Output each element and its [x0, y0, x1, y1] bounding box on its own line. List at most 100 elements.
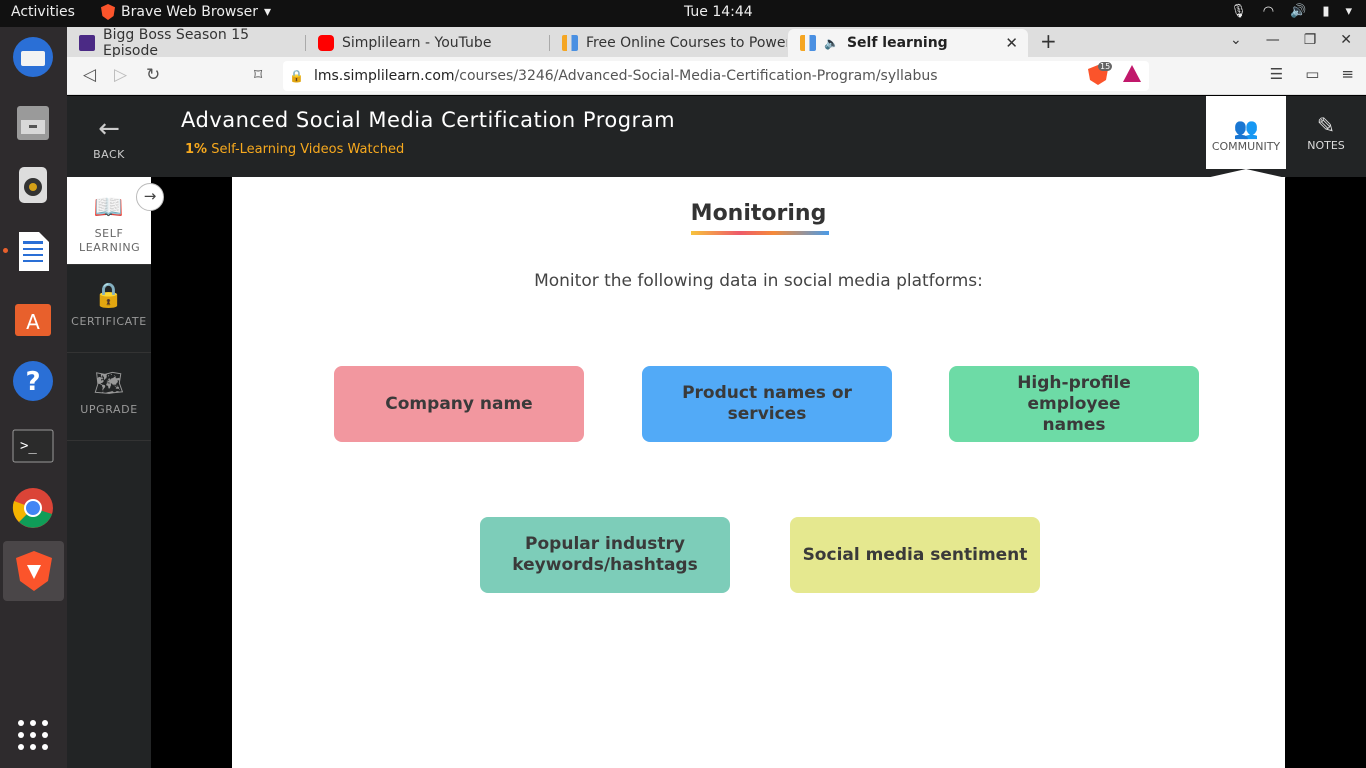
app-name: Brave Web Browser [121, 4, 258, 20]
sidebar-item-label: CERTIFICATE [71, 315, 147, 328]
lms-sidebar: 📖 SELF LEARNING 🔒 CERTIFICATE 🗺 UPGRADE [67, 177, 151, 768]
thunderbird-icon [13, 37, 53, 77]
brave-launcher[interactable] [3, 541, 64, 601]
expand-sidebar-button[interactable]: → [136, 183, 164, 211]
clock[interactable]: Tue 14:44 [684, 4, 753, 20]
youtube-favicon [318, 35, 334, 51]
brave-icon [101, 4, 115, 20]
slide-subtitle: Monitor the following data in social med… [534, 271, 983, 291]
volume-icon: 🔊 [1290, 4, 1307, 19]
upgrade-map-icon: 🗺 [93, 369, 125, 397]
box-industry-keywords: Popular industry keywords/hashtags [480, 517, 730, 593]
writer-launcher[interactable] [8, 226, 58, 276]
app-menu[interactable]: Brave Web Browser ▾ [101, 4, 271, 20]
tab-free-online-courses[interactable]: Free Online Courses to Power [550, 29, 787, 57]
box-product-names: Product names or services [642, 366, 892, 442]
voot-favicon [79, 35, 95, 51]
tab-strip: Bigg Boss Season 15 Episode Simplilearn … [67, 27, 1366, 59]
sidebar-item-label: UPGRADE [80, 403, 138, 416]
page-content: ← BACK Advanced Social Media Certificati… [67, 96, 1366, 768]
rhythmbox-launcher[interactable] [8, 160, 58, 210]
close-window-button[interactable]: ✕ [1340, 32, 1352, 48]
sidebar-item-certificate[interactable]: 🔒 CERTIFICATE [67, 265, 151, 353]
brave-lion-icon [15, 551, 52, 591]
box-social-sentiment: Social media sentiment [790, 517, 1040, 593]
simplilearn-favicon [800, 35, 816, 51]
back-nav-button[interactable]: ◁ [83, 65, 96, 85]
bookmark-icon[interactable]: ⌑ [254, 65, 262, 84]
progress-text: 1% Self-Learning Videos Watched [185, 142, 404, 157]
main-menu-icon[interactable]: ≡ [1341, 65, 1354, 83]
edit-icon: ✎ [1316, 114, 1336, 139]
course-title: Advanced Social Media Certification Prog… [181, 108, 676, 132]
sidebar-item-label: SELF LEARNING [79, 227, 141, 254]
arrow-right-icon: → [143, 187, 157, 205]
certificate-lock-icon: 🔒 [93, 281, 125, 309]
progress-label: Self-Learning Videos Watched [207, 142, 405, 157]
lock-icon: 🔒 [289, 69, 304, 83]
box-label: High-profile employee names [1017, 372, 1131, 435]
arrow-left-icon: ← [98, 114, 120, 144]
tab-title: Free Online Courses to Power [586, 35, 787, 51]
files-launcher[interactable] [8, 97, 58, 147]
lms-header: ← BACK Advanced Social Media Certificati… [67, 96, 1366, 178]
help-icon: ? [13, 361, 53, 401]
back-button[interactable]: ← BACK [67, 96, 151, 177]
terminal-launcher[interactable]: >_ [8, 421, 58, 471]
community-button[interactable]: 👥 COMMUNITY [1206, 96, 1286, 178]
minimize-button[interactable]: — [1266, 32, 1280, 48]
window-controls: ⌄ — ❐ ✕ [1230, 32, 1352, 48]
tab-simplilearn-youtube[interactable]: Simplilearn - YouTube [306, 29, 549, 57]
shields-count-badge: 15 [1098, 62, 1113, 71]
maximize-button[interactable]: ❐ [1304, 32, 1317, 48]
dock: A ? >_ [0, 27, 67, 768]
new-tab-button[interactable]: + [1040, 29, 1057, 53]
power-menu-icon: ▾ [1345, 4, 1352, 19]
sidebar-item-upgrade[interactable]: 🗺 UPGRADE [67, 353, 151, 441]
slide-title: Monitoring [690, 201, 827, 226]
speaker-icon [19, 167, 47, 203]
media-playlist-icon[interactable]: ☰ [1270, 65, 1283, 83]
help-launcher[interactable]: ? [8, 356, 58, 406]
tab-self-learning[interactable]: 🔈 Self learning ✕ [788, 29, 1028, 57]
url-host: lms.simplilearn.com [313, 68, 455, 84]
chrome-launcher[interactable] [8, 483, 58, 533]
activities-button[interactable]: Activities [11, 4, 75, 20]
browser-window: Bigg Boss Season 15 Episode Simplilearn … [67, 27, 1366, 768]
wallet-icon[interactable]: ▭ [1305, 65, 1319, 83]
speaker-icon[interactable]: 🔈 [824, 36, 839, 50]
toolbar-right: ☰ ▭ ≡ [1270, 65, 1354, 83]
show-apps-button[interactable] [8, 710, 58, 760]
software-launcher[interactable]: A [8, 291, 58, 341]
close-tab-icon[interactable]: ✕ [1005, 34, 1018, 52]
brave-rewards-icon[interactable] [1123, 65, 1141, 82]
tab-bigg-boss[interactable]: Bigg Boss Season 15 Episode [67, 27, 305, 59]
box-label: Company name [385, 393, 533, 414]
notes-button[interactable]: ✎ NOTES [1286, 96, 1366, 177]
people-icon: 👥 [1233, 116, 1259, 140]
svg-text:A: A [26, 310, 40, 334]
reload-button[interactable]: ↻ [146, 65, 160, 85]
document-icon [19, 232, 49, 271]
title-underline [691, 231, 829, 235]
terminal-icon: >_ [12, 429, 54, 463]
forward-nav-button[interactable]: ▷ [114, 65, 127, 85]
box-employee-names: High-profile employee names [949, 366, 1199, 442]
battery-icon: ▮ [1322, 4, 1330, 19]
simplilearn-favicon [562, 35, 578, 51]
address-bar[interactable]: 🔒 lms.simplilearn.com /courses/3246/Adva… [283, 61, 1149, 91]
navigation-bar: ◁ ▷ ↻ ⌑ 🔒 lms.simplilearn.com /courses/3… [67, 57, 1366, 95]
tab-list-chevron-icon[interactable]: ⌄ [1230, 32, 1242, 48]
microphone-icon: 🎙 [1230, 4, 1247, 19]
svg-text:>_: >_ [20, 438, 37, 454]
wifi-icon: ◠ [1262, 4, 1275, 19]
video-slide[interactable]: Monitoring Monitor the following data in… [232, 177, 1285, 768]
notes-label: NOTES [1307, 139, 1345, 152]
thunderbird-launcher[interactable] [8, 32, 58, 82]
system-tray[interactable]: 🎙 ◠ 🔊 ▮ ▾ [1230, 4, 1352, 19]
progress-percent: 1% [185, 142, 208, 157]
community-label: COMMUNITY [1211, 140, 1281, 153]
box-company-name: Company name [334, 366, 584, 442]
system-top-bar: Activities Brave Web Browser ▾ Tue 14:44… [0, 0, 1366, 27]
box-label: Social media sentiment [802, 544, 1028, 565]
